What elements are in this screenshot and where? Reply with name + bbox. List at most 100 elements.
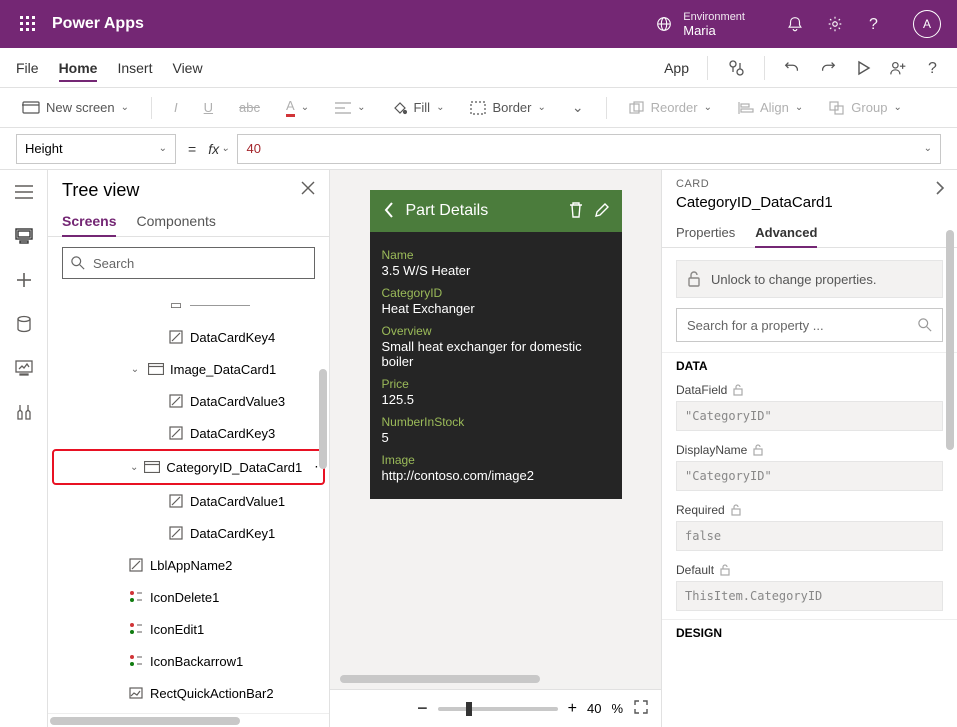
rail-insert-icon[interactable] [12, 268, 36, 292]
strikethrough-button[interactable]: abc [233, 96, 266, 119]
formula-input[interactable]: 40 ⌄ [237, 134, 941, 164]
share-icon[interactable] [889, 59, 909, 77]
props-scrollbar[interactable] [946, 230, 954, 450]
form-body: Name 3.5 W/S Heater CategoryID Heat Exch… [370, 232, 622, 499]
prop-value[interactable]: ThisItem.CategoryID [676, 581, 943, 611]
align-button[interactable]: Align⌄ [732, 96, 809, 119]
tree-search-input[interactable]: Search [62, 247, 315, 279]
help-menubar-icon[interactable]: ? [927, 59, 941, 77]
prop-label: DataField [676, 383, 727, 397]
tree-item[interactable]: IconBackarrow1 [48, 645, 329, 677]
tree-close-icon[interactable] [301, 181, 315, 200]
menu-view[interactable]: View [172, 60, 202, 76]
card-select-icon[interactable] [935, 180, 945, 199]
left-rail [0, 170, 48, 727]
tab-components[interactable]: Components [136, 207, 215, 236]
app-checker-icon[interactable] [726, 58, 746, 78]
field-label: NumberInStock [382, 415, 610, 429]
tree-item[interactable]: DataCardValue3 [48, 385, 329, 417]
font-color-button[interactable]: A ⌄ [280, 94, 315, 121]
menu-bar: File Home Insert View App ? [0, 48, 957, 88]
tree-view-title: Tree view [62, 180, 139, 201]
settings-icon[interactable] [825, 14, 845, 34]
tree-item[interactable]: IconDelete1 [48, 581, 329, 613]
new-screen-button[interactable]: New screen⌄ [16, 96, 135, 119]
tree-item[interactable]: RectQuickActionBar2 [48, 677, 329, 709]
environment-selector[interactable]: Environment Maria [655, 10, 745, 38]
underline-button[interactable]: U [198, 96, 219, 119]
group-button[interactable]: Group⌄ [823, 96, 908, 119]
prop-label: Default [676, 563, 714, 577]
tree-item[interactable]: DataCardKey3 [48, 417, 329, 449]
canvas-footer: − + 40 % [330, 689, 661, 727]
environment-name: Maria [683, 24, 745, 38]
menu-insert[interactable]: Insert [117, 60, 152, 76]
play-icon[interactable] [855, 60, 871, 76]
menu-file[interactable]: File [16, 60, 39, 76]
undo-icon[interactable] [783, 59, 801, 77]
formula-expand-icon[interactable]: ⌄ [924, 143, 932, 154]
text-align-button[interactable]: ⌄ [329, 98, 371, 118]
prop-value[interactable]: false [676, 521, 943, 551]
delete-icon[interactable] [568, 201, 584, 222]
prop-label: DisplayName [676, 443, 747, 457]
tree-item[interactable]: IconEdit1 [48, 613, 329, 645]
fx-button[interactable]: fx⌄ [208, 141, 229, 157]
redo-icon[interactable] [819, 59, 837, 77]
section-design: DESIGN [662, 619, 957, 646]
menu-app[interactable]: App [664, 60, 689, 76]
svg-text:?: ? [869, 16, 878, 33]
tree-item[interactable]: LblAppName2 [48, 549, 329, 581]
app-preview[interactable]: Part Details Name 3.5 W/S Heater Categor… [370, 190, 622, 499]
tree-h-scrollbar[interactable] [48, 713, 329, 727]
notifications-icon[interactable] [785, 14, 805, 34]
tree-item[interactable]: DataCardKey4 [48, 321, 329, 353]
tab-screens[interactable]: Screens [62, 207, 116, 237]
italic-button[interactable]: I [168, 96, 184, 119]
field-label: Image [382, 453, 610, 467]
reorder-button[interactable]: Reorder⌄ [623, 96, 718, 119]
props-tab-properties[interactable]: Properties [676, 225, 735, 247]
help-icon[interactable]: ? [865, 14, 885, 34]
rail-media-icon[interactable] [12, 356, 36, 380]
edit-icon[interactable] [594, 202, 610, 221]
format-options-button[interactable]: ⌄ [566, 95, 590, 120]
equals-sign: = [184, 141, 200, 157]
form-title: Part Details [406, 202, 558, 220]
rail-tree-icon[interactable] [12, 224, 36, 248]
prop-label: Required [676, 503, 725, 517]
tree-scrollbar[interactable] [319, 369, 327, 469]
field-value: Heat Exchanger [382, 301, 610, 316]
waffle-icon[interactable] [8, 0, 48, 48]
rail-tools-icon[interactable] [12, 400, 36, 424]
zoom-out-button[interactable]: − [417, 698, 428, 719]
border-button[interactable]: Border⌄ [464, 96, 551, 119]
field-label: Overview [382, 324, 610, 338]
props-tab-advanced[interactable]: Advanced [755, 225, 817, 248]
menu-home[interactable]: Home [59, 60, 98, 82]
zoom-percent: % [611, 701, 623, 716]
tree-item[interactable]: ⌄Image_DataCard1 [48, 353, 329, 385]
tree-item[interactable]: ▭ [48, 289, 329, 321]
fill-button[interactable]: Fill⌄ [385, 96, 450, 120]
property-search-input[interactable]: Search for a property ... [676, 308, 943, 342]
user-avatar[interactable]: A [913, 10, 941, 38]
zoom-in-button[interactable]: + [568, 700, 577, 718]
back-arrow-icon[interactable] [382, 201, 396, 222]
rail-data-icon[interactable] [12, 312, 36, 336]
tree-item[interactable]: DataCardKey1 [48, 517, 329, 549]
section-data: DATA [662, 352, 957, 379]
fit-screen-icon[interactable] [633, 699, 649, 718]
ribbon-bar: New screen⌄ I U abc A ⌄ ⌄ Fill⌄ Border⌄ … [0, 88, 957, 128]
form-header: Part Details [370, 190, 622, 232]
unlock-bar[interactable]: Unlock to change properties. [676, 260, 943, 298]
canvas-area: Part Details Name 3.5 W/S Heater Categor… [330, 170, 661, 727]
prop-value[interactable]: "CategoryID" [676, 461, 943, 491]
canvas-h-scrollbar[interactable] [340, 675, 651, 689]
zoom-slider[interactable] [438, 707, 558, 711]
tree-item-selected[interactable]: ⌄CategoryID_DataCard1⋯ [54, 451, 323, 483]
rail-hamburger-icon[interactable] [12, 180, 36, 204]
property-dropdown[interactable]: Height⌄ [16, 134, 176, 164]
tree-item[interactable]: DataCardValue1 [48, 485, 329, 517]
prop-value[interactable]: "CategoryID" [676, 401, 943, 431]
